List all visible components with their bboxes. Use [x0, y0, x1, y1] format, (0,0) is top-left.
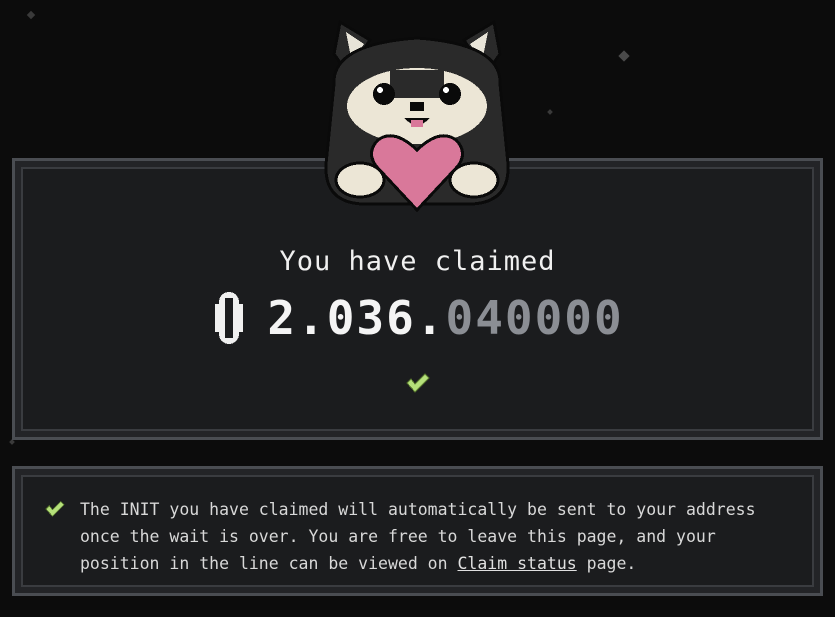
init-token-icon	[215, 292, 244, 344]
notice-text-end: page.	[576, 554, 637, 573]
mascot-dog-heart-illustration	[324, 19, 510, 213]
background-star	[618, 50, 630, 62]
background-star	[9, 439, 15, 445]
background-star	[547, 109, 553, 115]
claimed-amount: 2.036.040000	[267, 291, 623, 345]
background-star	[26, 10, 36, 20]
check-icon	[45, 501, 65, 517]
notice-text: The INIT you have claimed will automatic…	[80, 496, 800, 577]
amount-decimal-part: 040000	[445, 291, 624, 345]
claimed-amount-row: 2.036.040000	[0, 290, 835, 346]
claim-status-link[interactable]: Claim status	[458, 554, 577, 573]
amount-integer-part: 2.036.	[267, 291, 446, 345]
notice-text-main: The INIT you have claimed will automatic…	[80, 500, 756, 573]
claimed-title: You have claimed	[279, 246, 556, 277]
check-icon	[406, 373, 430, 393]
